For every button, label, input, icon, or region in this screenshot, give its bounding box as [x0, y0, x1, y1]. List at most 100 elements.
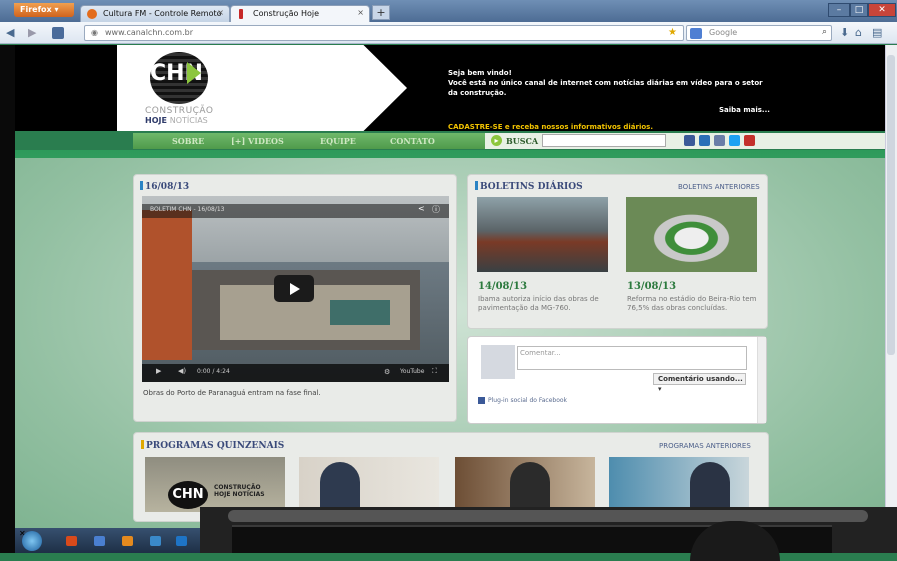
forward-arrow-icon[interactable]: ▶	[28, 26, 36, 39]
video-helipad	[330, 300, 390, 325]
tab-cultura-fm[interactable]: Cultura FM - Controle Remoto ×	[80, 5, 230, 22]
info-icon[interactable]: ⓘ	[432, 204, 440, 215]
boletins-anteriores-link[interactable]: BOLETINS ANTERIORES	[678, 183, 760, 191]
page-scroll-thumb[interactable]	[887, 55, 895, 355]
chn-favicon-icon	[239, 9, 243, 19]
featured-date-heading: 16/08/13	[140, 181, 189, 192]
person-silhouette-3	[510, 462, 550, 512]
comments-scrollbar[interactable]	[757, 337, 766, 423]
logo-noticias: NOTÍCIAS	[169, 116, 208, 125]
boletins-title-text: BOLETINS DIÁRIOS	[480, 182, 583, 192]
home-icon[interactable]: ⌂	[855, 26, 862, 39]
menu-videos[interactable]: [+] VIDEOS	[231, 136, 284, 146]
boletim-date-1[interactable]: 14/08/13	[478, 281, 527, 292]
taskbar-firefox-icon[interactable]	[122, 536, 133, 546]
programas-title-text: PROGRAMAS QUINZENAIS	[146, 441, 285, 451]
featured-date: 16/08/13	[145, 182, 190, 192]
marker-icon	[141, 440, 144, 449]
url-bar[interactable]: ◉ www.canalchn.com.br ★	[84, 25, 684, 41]
saiba-mais-link[interactable]: Saiba mais...	[719, 106, 770, 114]
welcome-title: Seja bem vindo!	[448, 69, 512, 77]
comment-placeholder: Comentar...	[520, 349, 561, 357]
logo-line-2: HOJE NOTÍCIAS	[145, 116, 208, 125]
youtube-logo[interactable]: YouTube	[400, 368, 424, 375]
video-time: 0:00 / 4:24	[197, 368, 230, 375]
busca-search-icon: ▸	[491, 135, 502, 146]
boletim-thumb-2[interactable]	[626, 197, 757, 272]
close-tab-icon[interactable]: ×	[357, 8, 364, 17]
share-icon[interactable]: <	[418, 204, 425, 213]
boletim-date-2[interactable]: 13/08/13	[627, 281, 676, 292]
play-small-icon[interactable]: ▶	[156, 367, 161, 375]
play-icon	[290, 283, 300, 295]
close-tab-icon[interactable]: ×	[217, 8, 224, 17]
firefox-menu-button[interactable]: Firefox ▾	[14, 3, 74, 17]
welcome-text: Você está no único canal de internet com…	[448, 79, 763, 97]
left-dark-edge	[0, 45, 15, 553]
tab-construcao-hoje[interactable]: Construção Hoje ×	[230, 5, 370, 22]
video-title: BOLETIM CHN - 16/08/13	[150, 206, 225, 213]
programas-anteriores-link[interactable]: PROGRAMAS ANTERIORES	[659, 442, 751, 450]
cultura-fm-favicon-icon	[87, 9, 97, 19]
boletim-desc-2[interactable]: Reforma no estádio do Beira-Rio tem 76,5…	[627, 295, 762, 313]
marker-icon	[140, 181, 143, 190]
menu-sobre[interactable]: SOBRE	[172, 136, 204, 146]
video-crane	[142, 210, 192, 360]
featured-caption: Obras do Porto de Paranaguá entram na fa…	[143, 389, 321, 397]
menu-equipe[interactable]: EQUIPE	[320, 136, 356, 146]
back-arrow-icon[interactable]: ◀	[6, 26, 14, 39]
logo-hoje: HOJE	[145, 116, 167, 125]
comment-using-label: Comentário usando...	[658, 375, 743, 383]
tab-title: Construção Hoje	[253, 9, 320, 18]
menu-icon[interactable]: ▤	[872, 26, 882, 39]
programas-title: PROGRAMAS QUINZENAIS	[141, 440, 284, 451]
bookmark-star-icon[interactable]: ★	[668, 27, 677, 38]
logo-line-1: CONSTRUÇÃO	[145, 106, 214, 116]
email-icon[interactable]	[714, 135, 725, 146]
signup-link[interactable]: CADASTRE-SE e receba nossos informativos…	[448, 123, 653, 131]
taskbar-app-icon[interactable]	[94, 536, 105, 546]
boletim-desc-1[interactable]: Ibama autoriza início das obras de pavim…	[478, 295, 613, 313]
logo-arrow-icon	[187, 62, 201, 84]
volume-icon[interactable]: ◀)	[178, 367, 186, 375]
search-bar[interactable]: Google ⌕	[686, 25, 832, 41]
tab-title: Cultura FM - Controle Remoto	[103, 9, 222, 18]
search-icon[interactable]: ⌕	[822, 27, 827, 37]
start-button[interactable]	[22, 531, 42, 551]
overlay-frame	[228, 510, 868, 522]
boletins-title: BOLETINS DIÁRIOS	[475, 181, 583, 192]
new-tab-button[interactable]: +	[372, 5, 390, 20]
search-placeholder: Google	[709, 28, 738, 37]
taskbar-app-icon[interactable]	[150, 536, 161, 546]
boletim-thumb-1[interactable]	[477, 197, 608, 272]
fullscreen-icon[interactable]: ⛶	[432, 367, 437, 376]
firefox-label: Firefox	[20, 5, 52, 14]
globe-icon: ◉	[91, 28, 98, 37]
taskbar-app-icon[interactable]	[66, 536, 77, 546]
maximize-button[interactable]: □	[850, 3, 868, 17]
programa-logo-text: CONSTRUÇÃO HOJE NOTÍCIAS	[214, 484, 265, 498]
minimize-button[interactable]: –	[828, 3, 850, 17]
menu-contato[interactable]: CONTATO	[390, 136, 435, 146]
comment-using-button[interactable]: Comentário usando... ▾	[653, 373, 746, 393]
settings-icon[interactable]: ⚙	[384, 368, 390, 376]
person-silhouette-4	[690, 462, 730, 512]
facebook-icon[interactable]	[684, 135, 695, 146]
busca-label: BUSCA	[506, 136, 539, 146]
close-window-button[interactable]: ✕	[868, 3, 896, 17]
taskbar-app-icon[interactable]	[176, 536, 187, 546]
twitter-icon[interactable]	[729, 135, 740, 146]
avatar	[481, 345, 515, 379]
download-icon[interactable]: ⬇	[840, 26, 849, 39]
facebook-small-icon	[478, 397, 485, 404]
facebook-plugin-label[interactable]: Plug-in social do Facebook	[488, 397, 567, 404]
linkedin-icon[interactable]	[699, 135, 710, 146]
addon-icon[interactable]	[52, 27, 64, 39]
youtube-icon[interactable]	[744, 135, 755, 146]
marker-icon	[475, 181, 478, 190]
person-silhouette-2	[320, 462, 360, 512]
site-search-input[interactable]	[542, 134, 666, 147]
google-engine-icon	[690, 28, 702, 39]
programa-logo: CHN	[168, 481, 208, 509]
url-text: www.canalchn.com.br	[105, 28, 194, 37]
